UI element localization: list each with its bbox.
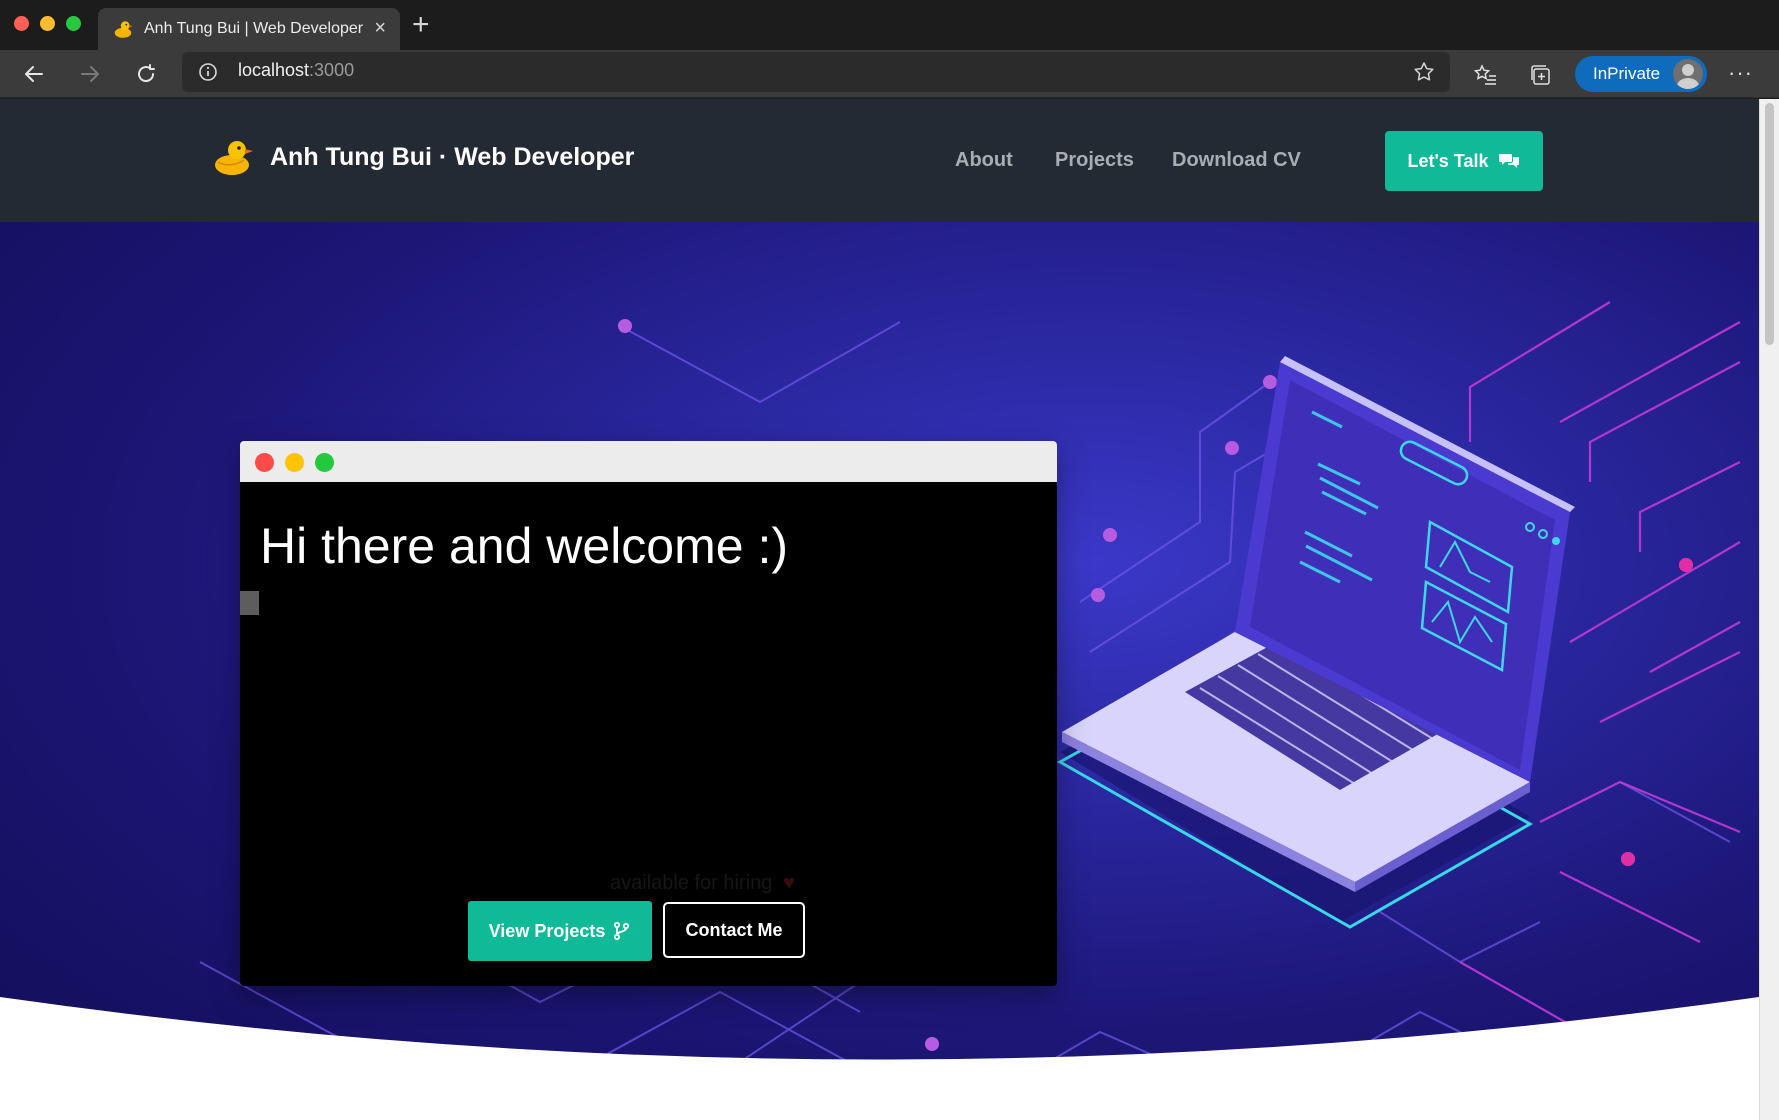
nav-link-about[interactable]: About (955, 149, 1013, 172)
star-icon[interactable] (1412, 60, 1436, 84)
url-host: localhost (238, 60, 310, 80)
terminal-cursor (240, 591, 259, 615)
heart-icon: ♥ (783, 872, 795, 894)
close-window-button[interactable] (14, 16, 29, 31)
inprivate-button[interactable]: InPrivate (1575, 56, 1707, 92)
lets-talk-label: Let's Talk (1407, 150, 1489, 171)
lets-talk-button[interactable]: Let's Talk (1385, 131, 1543, 191)
site-navbar: Anh Tung Bui · Web Developer About Proje… (0, 99, 1759, 222)
hero-section: Hi there and welcome :) available for hi… (0, 222, 1759, 1120)
terminal-close-dot (255, 453, 274, 472)
view-projects-button[interactable]: View Projects (468, 901, 652, 961)
tab-title: Anh Tung Bui | Web Developer (144, 20, 364, 37)
contact-me-button[interactable]: Contact Me (663, 902, 805, 958)
terminal-maximize-dot (315, 453, 334, 472)
collections-icon[interactable] (1528, 62, 1554, 88)
scrollbar-thumb[interactable] (1765, 103, 1774, 345)
arrow-right-icon (81, 66, 99, 82)
code-branch-icon (614, 921, 630, 941)
browser-window: Anh Tung Bui | Web Developer × + localho… (0, 0, 1779, 1120)
contact-me-label: Contact Me (685, 919, 783, 940)
minimize-window-button[interactable] (40, 16, 55, 31)
refresh-icon (138, 64, 155, 83)
address-bar[interactable]: localhost:3000 (182, 52, 1450, 92)
arrow-left-icon (25, 66, 43, 82)
new-tab-button[interactable]: + (412, 10, 430, 40)
duck-icon (114, 21, 133, 38)
info-icon[interactable] (198, 62, 218, 82)
favorites-icon[interactable] (1472, 62, 1498, 88)
back-button[interactable] (18, 58, 50, 90)
browser-toolbar: localhost:3000 InPrivate ··· (0, 50, 1779, 98)
terminal-heading: Hi there and welcome :) (260, 518, 789, 574)
maximize-window-button[interactable] (66, 16, 81, 31)
url-port: :3000 (309, 60, 355, 80)
terminal-titlebar (240, 441, 1057, 482)
hiring-status-text: available for hiring (610, 872, 773, 894)
terminal-window: Hi there and welcome :) available for hi… (240, 441, 1057, 986)
duck-logo-icon[interactable] (212, 137, 254, 177)
view-projects-label: View Projects (488, 920, 606, 941)
terminal-minimize-dot (285, 453, 304, 472)
more-options-button[interactable]: ··· (1728, 60, 1753, 86)
page-viewport: Anh Tung Bui · Web Developer About Proje… (0, 99, 1759, 1120)
inprivate-label: InPrivate (1593, 64, 1661, 83)
tab-strip: Anh Tung Bui | Web Developer × + (0, 0, 1779, 50)
url-text[interactable]: localhost:3000 (238, 60, 354, 81)
close-tab-icon[interactable]: × (374, 18, 386, 38)
nav-link-download-cv[interactable]: Download CV (1172, 149, 1301, 172)
nav-link-projects[interactable]: Projects (1055, 149, 1134, 172)
chat-bubbles-icon (1499, 154, 1520, 168)
browser-tab[interactable]: Anh Tung Bui | Web Developer × (98, 8, 400, 50)
page-scrollbar[interactable] (1759, 99, 1779, 1120)
reload-button[interactable] (130, 58, 162, 90)
forward-button[interactable] (74, 58, 106, 90)
profile-avatar (1673, 59, 1703, 89)
site-brand[interactable]: Anh Tung Bui · Web Developer (270, 143, 634, 172)
